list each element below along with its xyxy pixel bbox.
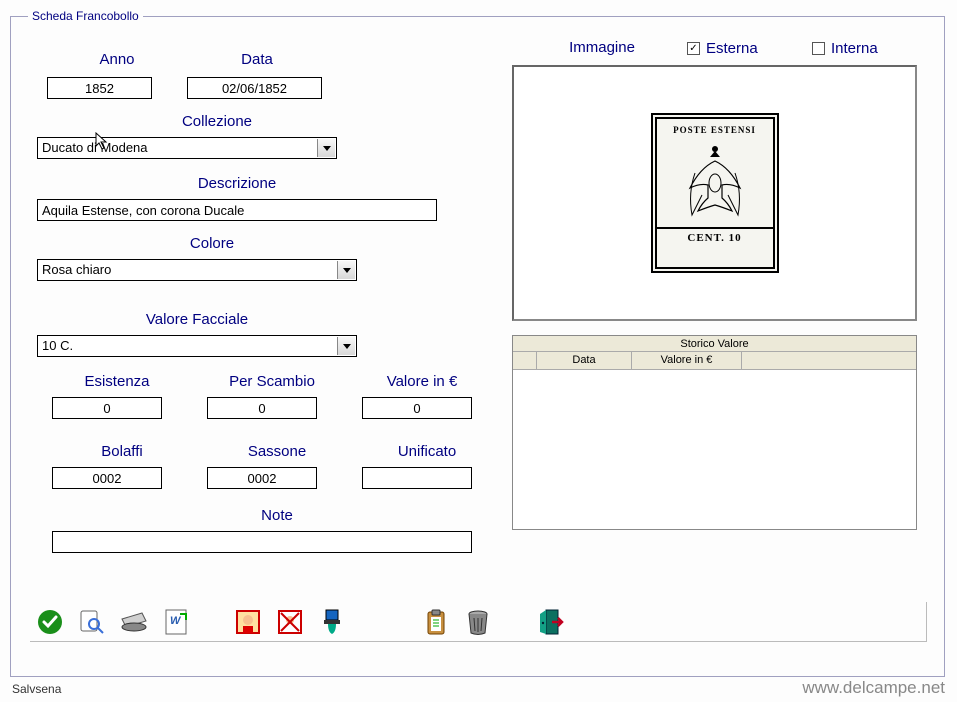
esterna-checkbox[interactable]: ✓ <box>687 42 700 55</box>
valore-euro-input[interactable] <box>362 397 472 419</box>
grid-col-blank <box>742 352 916 369</box>
collezione-value: Ducato di Modena <box>42 140 148 155</box>
grid-header: Data Valore in € <box>513 352 916 370</box>
colore-value: Rosa chiaro <box>42 262 111 277</box>
word-export-button[interactable]: W <box>156 604 196 640</box>
label-collezione: Collezione <box>152 113 282 130</box>
footer-right: www.delcampe.net <box>802 678 945 698</box>
grid-col-marker <box>513 352 537 369</box>
label-bolaffi: Bolaffi <box>72 443 172 460</box>
grid-body[interactable] <box>513 370 916 525</box>
chevron-down-icon[interactable] <box>337 261 355 279</box>
valore-facciale-value: 10 C. <box>42 338 73 353</box>
image-button[interactable] <box>228 604 268 640</box>
trash-button[interactable] <box>458 604 498 640</box>
interna-label: Interna <box>831 40 878 57</box>
footer-left: Salvsena <box>12 682 61 696</box>
svg-text:W: W <box>170 615 182 627</box>
label-esistenza: Esistenza <box>57 373 177 390</box>
stamp-image-area: POSTE ESTENSI CENT. 10 <box>512 65 917 321</box>
ok-button[interactable] <box>30 604 70 640</box>
delete-image-button[interactable] <box>270 604 310 640</box>
stamp-denomination: CENT. 10 <box>657 227 773 244</box>
per-scambio-input[interactable] <box>207 397 317 419</box>
fieldset-legend: Scheda Francobollo <box>28 9 143 23</box>
descrizione-input[interactable] <box>37 199 437 221</box>
label-immagine: Immagine <box>547 39 657 56</box>
anno-input[interactable] <box>47 77 152 99</box>
collezione-select[interactable]: Ducato di Modena <box>37 137 337 159</box>
label-data: Data <box>217 51 297 68</box>
paint-button[interactable] <box>312 604 352 640</box>
grid-col-data[interactable]: Data <box>537 352 632 369</box>
stamp-inscription: POSTE ESTENSI <box>657 125 773 135</box>
label-per-scambio: Per Scambio <box>207 373 337 390</box>
label-sassone: Sassone <box>217 443 337 460</box>
colore-select[interactable]: Rosa chiaro <box>37 259 357 281</box>
label-anno: Anno <box>77 51 157 68</box>
valore-facciale-select[interactable]: 10 C. <box>37 335 357 357</box>
search-button[interactable] <box>72 604 112 640</box>
label-valore-facciale: Valore Facciale <box>117 311 277 328</box>
chevron-down-icon[interactable] <box>317 139 335 157</box>
label-valore-euro: Valore in € <box>362 373 482 390</box>
scanner-button[interactable] <box>114 604 154 640</box>
toolbar: W <box>30 602 927 642</box>
esistenza-input[interactable] <box>52 397 162 419</box>
grid-title: Storico Valore <box>513 336 916 352</box>
sassone-input[interactable] <box>207 467 317 489</box>
stamp-image: POSTE ESTENSI CENT. 10 <box>651 113 779 273</box>
label-unificato: Unificato <box>367 443 487 460</box>
interna-checkbox-row[interactable]: Interna <box>812 40 878 57</box>
data-input[interactable] <box>187 77 322 99</box>
eagle-icon <box>680 143 750 223</box>
interna-checkbox[interactable] <box>812 42 825 55</box>
esterna-checkbox-row[interactable]: ✓ Esterna <box>687 40 758 57</box>
note-input[interactable] <box>52 531 472 553</box>
paste-button[interactable] <box>416 604 456 640</box>
label-descrizione: Descrizione <box>172 175 302 192</box>
chevron-down-icon[interactable] <box>337 337 355 355</box>
storico-valore-grid[interactable]: Storico Valore Data Valore in € <box>512 335 917 530</box>
label-colore: Colore <box>162 235 262 252</box>
bolaffi-input[interactable] <box>52 467 162 489</box>
unificato-input[interactable] <box>362 467 472 489</box>
label-note: Note <box>237 507 317 524</box>
grid-col-valore[interactable]: Valore in € <box>632 352 742 369</box>
esterna-label: Esterna <box>706 40 758 57</box>
exit-button[interactable] <box>530 604 570 640</box>
